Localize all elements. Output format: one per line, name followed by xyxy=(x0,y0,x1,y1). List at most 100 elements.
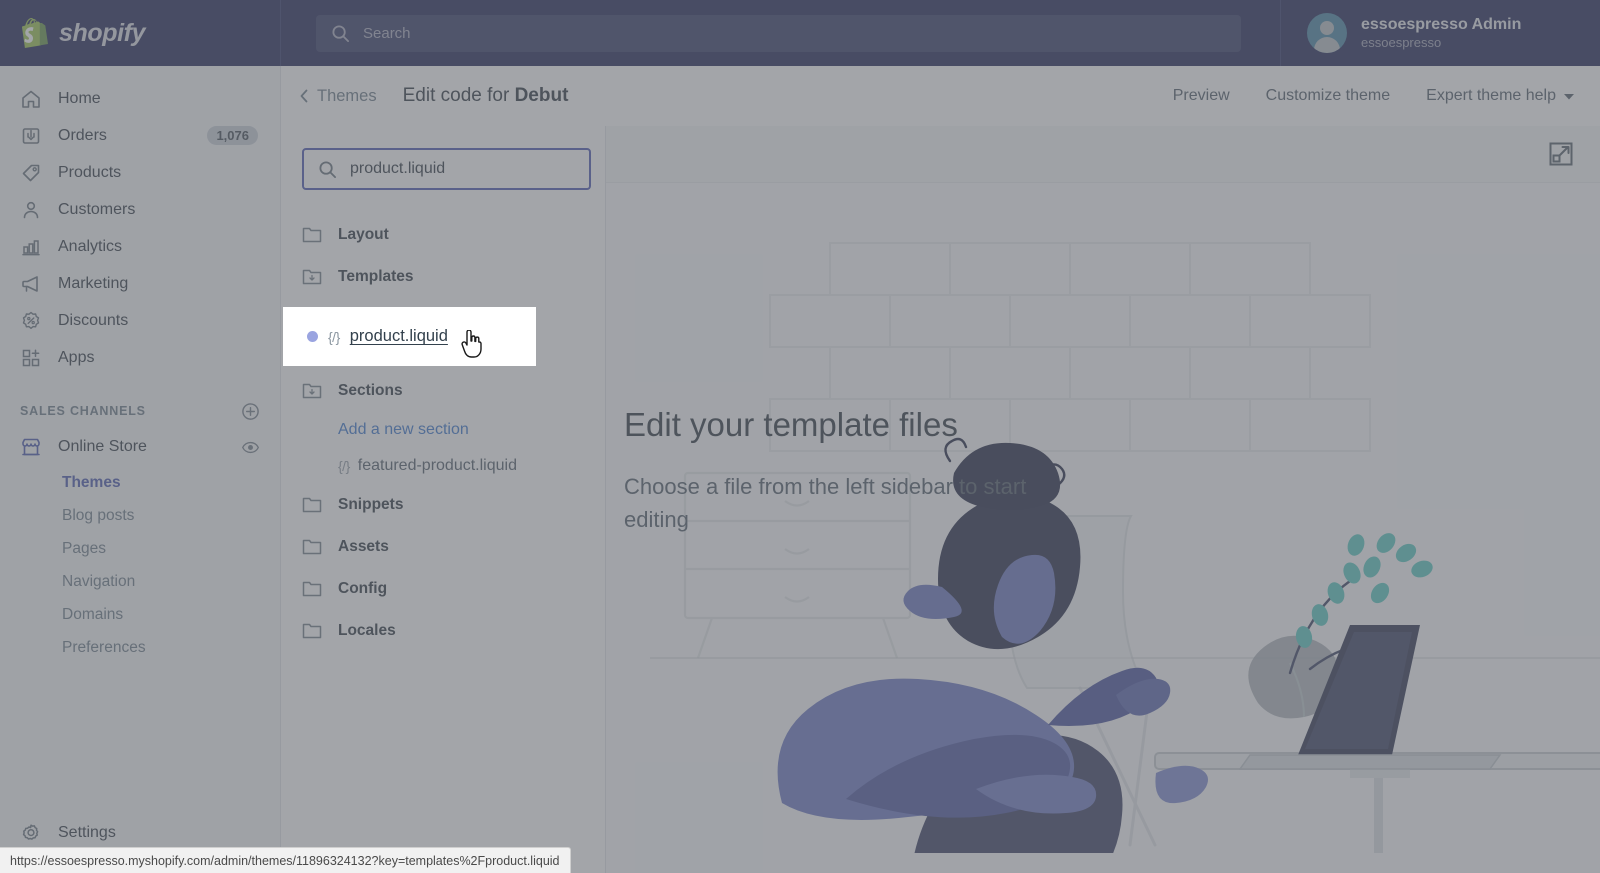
sidebar-subitem-label: Preferences xyxy=(62,639,146,657)
sidebar-item-marketing[interactable]: Marketing xyxy=(0,265,280,302)
add-new-section-link[interactable]: Add a new section xyxy=(302,412,584,448)
chevron-left-icon xyxy=(298,88,310,104)
browser-status-bar: https://essoespresso.myshopify.com/admin… xyxy=(0,847,571,873)
folder-label: Snippets xyxy=(338,496,403,514)
sidebar-item-products[interactable]: Products xyxy=(0,154,280,191)
sidebar-item-label: Products xyxy=(58,164,121,182)
status-bar-url: https://essoespresso.myshopify.com/admin… xyxy=(10,854,560,868)
folder-locales[interactable]: Locales xyxy=(302,610,584,652)
page-title-prefix: Edit code for xyxy=(403,85,515,106)
sidebar-item-online-store[interactable]: Online Store xyxy=(0,428,280,466)
folder-config[interactable]: Config xyxy=(302,568,584,610)
top-bar: shopify Search essoespresso Admin essoes… xyxy=(0,0,1600,66)
search-icon xyxy=(331,24,350,43)
folder-assets[interactable]: Assets xyxy=(302,526,584,568)
empty-state-title: Edit your template files xyxy=(624,406,1094,444)
editor-main-pane: Edit your template files Choose a file f… xyxy=(606,126,1600,873)
liquid-file-icon: {/} xyxy=(328,329,340,345)
folder-label: Templates xyxy=(338,268,414,286)
folder-icon xyxy=(302,580,322,598)
folder-label: Sections xyxy=(338,382,403,400)
person-at-laptop-illustration xyxy=(650,233,1600,853)
sidebar-item-label: Customers xyxy=(58,201,135,219)
sidebar-item-customers[interactable]: Customers xyxy=(0,191,280,228)
orders-icon xyxy=(20,125,42,147)
sidebar-item-pages[interactable]: Pages xyxy=(0,532,280,565)
brand-wordmark: shopify xyxy=(59,19,145,48)
top-search-zone: Search xyxy=(281,0,1280,66)
sidebar-item-themes[interactable]: Themes xyxy=(0,466,280,499)
search-input[interactable]: Search xyxy=(316,15,1241,52)
shopify-admin-screen: shopify Search essoespresso Admin essoes… xyxy=(0,0,1600,873)
folder-label: Locales xyxy=(338,622,396,640)
orders-count-badge: 1,076 xyxy=(207,126,258,145)
sidebar-subitem-label: Themes xyxy=(62,474,121,492)
empty-state: Edit your template files Choose a file f… xyxy=(624,406,1094,536)
folder-templates[interactable]: Templates xyxy=(302,256,584,298)
file-tree: Layout Templates Add a new template {/} … xyxy=(302,214,584,652)
customize-theme-label: Customize theme xyxy=(1266,87,1391,105)
breadcrumb-themes[interactable]: Themes xyxy=(298,87,377,106)
marketing-megaphone-icon xyxy=(20,273,42,295)
gear-icon xyxy=(20,822,42,844)
eye-icon[interactable] xyxy=(241,438,260,457)
user-menu-button[interactable]: essoespresso Admin essoespresso xyxy=(1280,0,1600,66)
sidebar-item-blog-posts[interactable]: Blog posts xyxy=(0,499,280,532)
preview-label: Preview xyxy=(1173,87,1230,105)
sidebar-subitem-label: Pages xyxy=(62,540,106,558)
settings-label: Settings xyxy=(58,824,116,842)
sidebar-subitem-label: Navigation xyxy=(62,573,135,591)
expand-fullscreen-icon[interactable] xyxy=(1548,141,1574,167)
page-title-theme: Debut xyxy=(515,85,569,106)
user-info: essoespresso Admin essoespresso xyxy=(1361,16,1521,50)
shopify-logo[interactable]: shopify xyxy=(22,18,145,48)
sales-channels-title: SALES CHANNELS xyxy=(20,404,146,418)
sidebar-item-label: Discounts xyxy=(58,312,128,330)
discounts-percent-icon xyxy=(20,310,42,332)
code-editor-body: product.liquid Layout Templates xyxy=(281,126,1600,873)
page-header: Themes Edit code for Debut Preview Custo… xyxy=(281,66,1600,126)
plus-circle-icon[interactable] xyxy=(241,402,260,421)
sidebar-item-settings[interactable]: Settings xyxy=(0,814,116,851)
sidebar-item-apps[interactable]: Apps xyxy=(0,339,280,376)
brand-zone[interactable]: shopify xyxy=(0,0,281,66)
sidebar-item-label: Marketing xyxy=(58,275,128,293)
editor-toolbar xyxy=(606,126,1600,183)
folder-icon xyxy=(302,538,322,556)
highlighted-file-product-liquid[interactable]: {/} product.liquid xyxy=(283,307,536,366)
expert-theme-help-button[interactable]: Expert theme help xyxy=(1426,87,1574,105)
customize-theme-button[interactable]: Customize theme xyxy=(1266,87,1391,105)
file-search-input[interactable]: product.liquid xyxy=(302,148,591,190)
folder-sections[interactable]: Sections xyxy=(302,370,584,412)
sidebar-item-discounts[interactable]: Discounts xyxy=(0,302,280,339)
liquid-file-icon: {/} xyxy=(338,458,350,474)
sidebar-item-preferences[interactable]: Preferences xyxy=(0,631,280,664)
folder-layout[interactable]: Layout xyxy=(302,214,584,256)
add-new-section-label: Add a new section xyxy=(338,421,469,439)
folder-snippets[interactable]: Snippets xyxy=(302,484,584,526)
expert-theme-help-label: Expert theme help xyxy=(1426,87,1556,105)
products-tag-icon xyxy=(20,162,42,184)
sidebar-item-home[interactable]: Home xyxy=(0,80,280,117)
file-featured-product-liquid[interactable]: {/} featured-product.liquid xyxy=(302,448,584,484)
empty-state-subtitle: Choose a file from the left sidebar to s… xyxy=(624,470,1094,536)
sidebar-item-domains[interactable]: Domains xyxy=(0,598,280,631)
user-store-name: essoespresso xyxy=(1361,35,1521,50)
chevron-down-icon xyxy=(1564,93,1574,100)
storefront-icon xyxy=(20,436,42,458)
folder-open-icon xyxy=(302,268,322,286)
file-search-value: product.liquid xyxy=(350,160,445,178)
folder-icon xyxy=(302,622,322,640)
sidebar-item-orders[interactable]: Orders 1,076 xyxy=(0,117,280,154)
sidebar-item-analytics[interactable]: Analytics xyxy=(0,228,280,265)
folder-label: Layout xyxy=(338,226,389,244)
shopify-bag-icon xyxy=(22,18,48,48)
sidebar-item-label: Home xyxy=(58,90,101,108)
online-store-label: Online Store xyxy=(58,438,147,456)
breadcrumb-label: Themes xyxy=(317,87,377,106)
preview-button[interactable]: Preview xyxy=(1173,87,1230,105)
folder-open-icon xyxy=(302,382,322,400)
folder-icon xyxy=(302,226,322,244)
sidebar-item-navigation[interactable]: Navigation xyxy=(0,565,280,598)
search-placeholder-text: Search xyxy=(363,25,411,42)
